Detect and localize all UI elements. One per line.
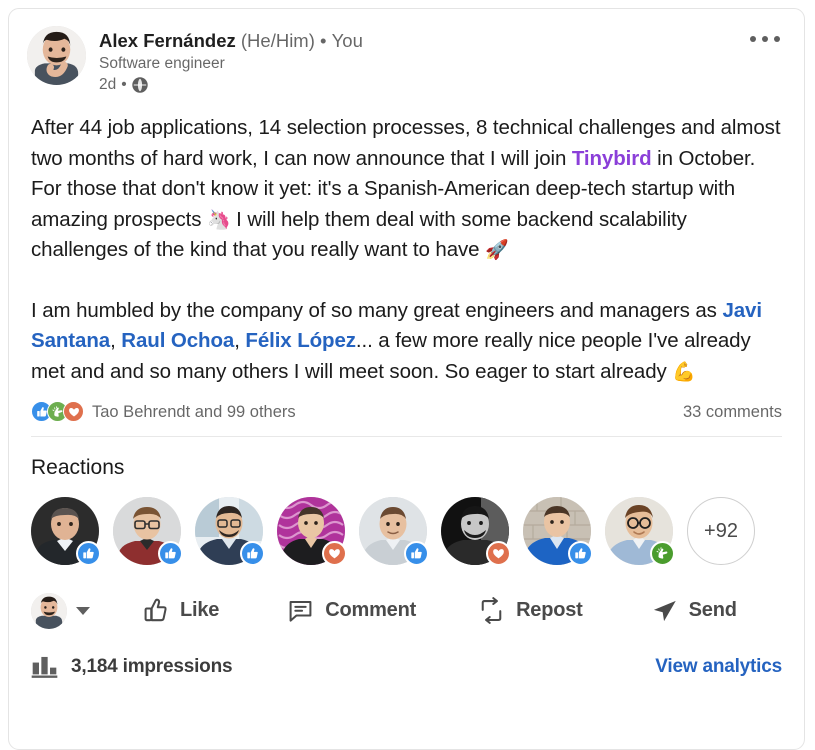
comment-button-label: Comment — [325, 599, 417, 621]
badge-like-icon — [240, 541, 265, 566]
rocket-emoji: 🚀 — [485, 239, 509, 261]
author-name-line: Alex Fernández (He/Him) • You — [99, 29, 363, 52]
view-analytics-link[interactable]: View analytics — [655, 656, 782, 678]
paragraph2-text-part1: I am humbled by the company of so many g… — [31, 298, 723, 322]
speech-bubble-icon — [287, 597, 314, 624]
author-headline: Software engineer — [99, 55, 225, 72]
reactions-summary[interactable]: Tao Behrendt and 99 others — [31, 401, 296, 422]
more-options-button[interactable] — [750, 36, 780, 42]
post-action-bar: Like Comment Repost Send — [9, 565, 804, 630]
comments-count-link[interactable]: 33 comments — [683, 402, 782, 422]
reactor-avatar-6[interactable] — [441, 497, 511, 566]
repost-button-label: Repost — [516, 599, 583, 621]
post-paragraph-1: After 44 job applications, 14 selection … — [31, 113, 782, 266]
mention-raul-ochoa[interactable]: Raul Ochoa — [121, 329, 234, 352]
post-paragraph-2: I am humbled by the company of so many g… — [31, 296, 782, 388]
reactor-avatar-4[interactable] — [277, 497, 347, 566]
mention-separator-1: , — [110, 329, 122, 352]
post-timestamp: 2d — [99, 76, 117, 93]
post-analytics-footer: 3,184 impressions View analytics — [9, 630, 804, 701]
linkedin-post-card: Alex Fernández (He/Him) • You Software e… — [8, 8, 805, 750]
company-link-tinybird[interactable]: Tinybird — [572, 147, 652, 170]
send-button[interactable]: Send — [641, 591, 747, 630]
meta-separator: • — [121, 76, 127, 93]
social-proof-row: Tao Behrendt and 99 others 33 comments — [9, 387, 804, 422]
author-avatar[interactable] — [27, 26, 86, 85]
current-user-avatar — [31, 592, 67, 629]
love-reaction-icon — [63, 401, 84, 422]
impressions-stat[interactable]: 3,184 impressions — [31, 654, 233, 679]
post-meta-row: 2d • — [99, 75, 363, 95]
more-dot-2 — [762, 36, 768, 42]
reaction-icon-group — [31, 401, 84, 422]
badge-love-icon — [486, 541, 511, 566]
comment-button[interactable]: Comment — [277, 591, 426, 630]
reactors-names-text[interactable]: Tao Behrendt and 99 others — [92, 402, 296, 422]
thumbs-up-icon — [142, 597, 169, 624]
author-name[interactable]: Alex Fernández — [99, 30, 236, 51]
badge-like-icon — [76, 541, 101, 566]
author-info: Alex Fernández (He/Him) • You Software e… — [99, 26, 363, 95]
badge-celebrate-icon — [650, 541, 675, 566]
paper-plane-icon — [651, 597, 678, 624]
more-dot-1 — [750, 36, 756, 42]
bar-chart-icon — [31, 654, 58, 679]
reactors-overflow-count[interactable]: +92 — [687, 497, 755, 565]
badge-like-icon — [158, 541, 183, 566]
reactor-avatar-1[interactable] — [31, 497, 101, 566]
send-button-label: Send — [688, 599, 737, 621]
chevron-down-icon[interactable] — [76, 606, 90, 615]
badge-love-icon — [322, 541, 347, 566]
badge-like-icon — [568, 541, 593, 566]
unicorn-emoji: 🦄 — [206, 208, 231, 231]
reactions-section: Reactions +92 — [9, 437, 804, 566]
post-content: After 44 job applications, 14 selection … — [9, 95, 804, 387]
post-header: Alex Fernández (He/Him) • You Software e… — [9, 9, 804, 95]
reactors-avatar-row: +92 — [31, 497, 782, 566]
reactor-avatar-7[interactable] — [523, 497, 593, 566]
reactor-avatar-3[interactable] — [195, 497, 265, 566]
reactor-avatar-2[interactable] — [113, 497, 183, 566]
globe-icon — [131, 77, 148, 93]
flexed-biceps-emoji: 💪 — [672, 360, 696, 383]
repost-button[interactable]: Repost — [468, 591, 593, 630]
reactor-avatar-8[interactable] — [605, 497, 675, 566]
react-as-selector[interactable] — [31, 592, 90, 629]
mention-separator-2: , — [234, 329, 246, 352]
impressions-text: 3,184 impressions — [71, 655, 233, 677]
reactor-avatar-5[interactable] — [359, 497, 429, 566]
like-button-label: Like — [180, 599, 220, 621]
author-pronouns: (He/Him) — [240, 30, 315, 51]
more-dot-3 — [774, 36, 780, 42]
repost-arrows-icon — [478, 597, 505, 624]
reactions-section-title: Reactions — [31, 456, 125, 479]
badge-like-icon — [404, 541, 429, 566]
like-button[interactable]: Like — [132, 591, 229, 630]
mention-felix-lopez[interactable]: Félix López — [245, 329, 356, 352]
you-label: You — [331, 30, 363, 51]
